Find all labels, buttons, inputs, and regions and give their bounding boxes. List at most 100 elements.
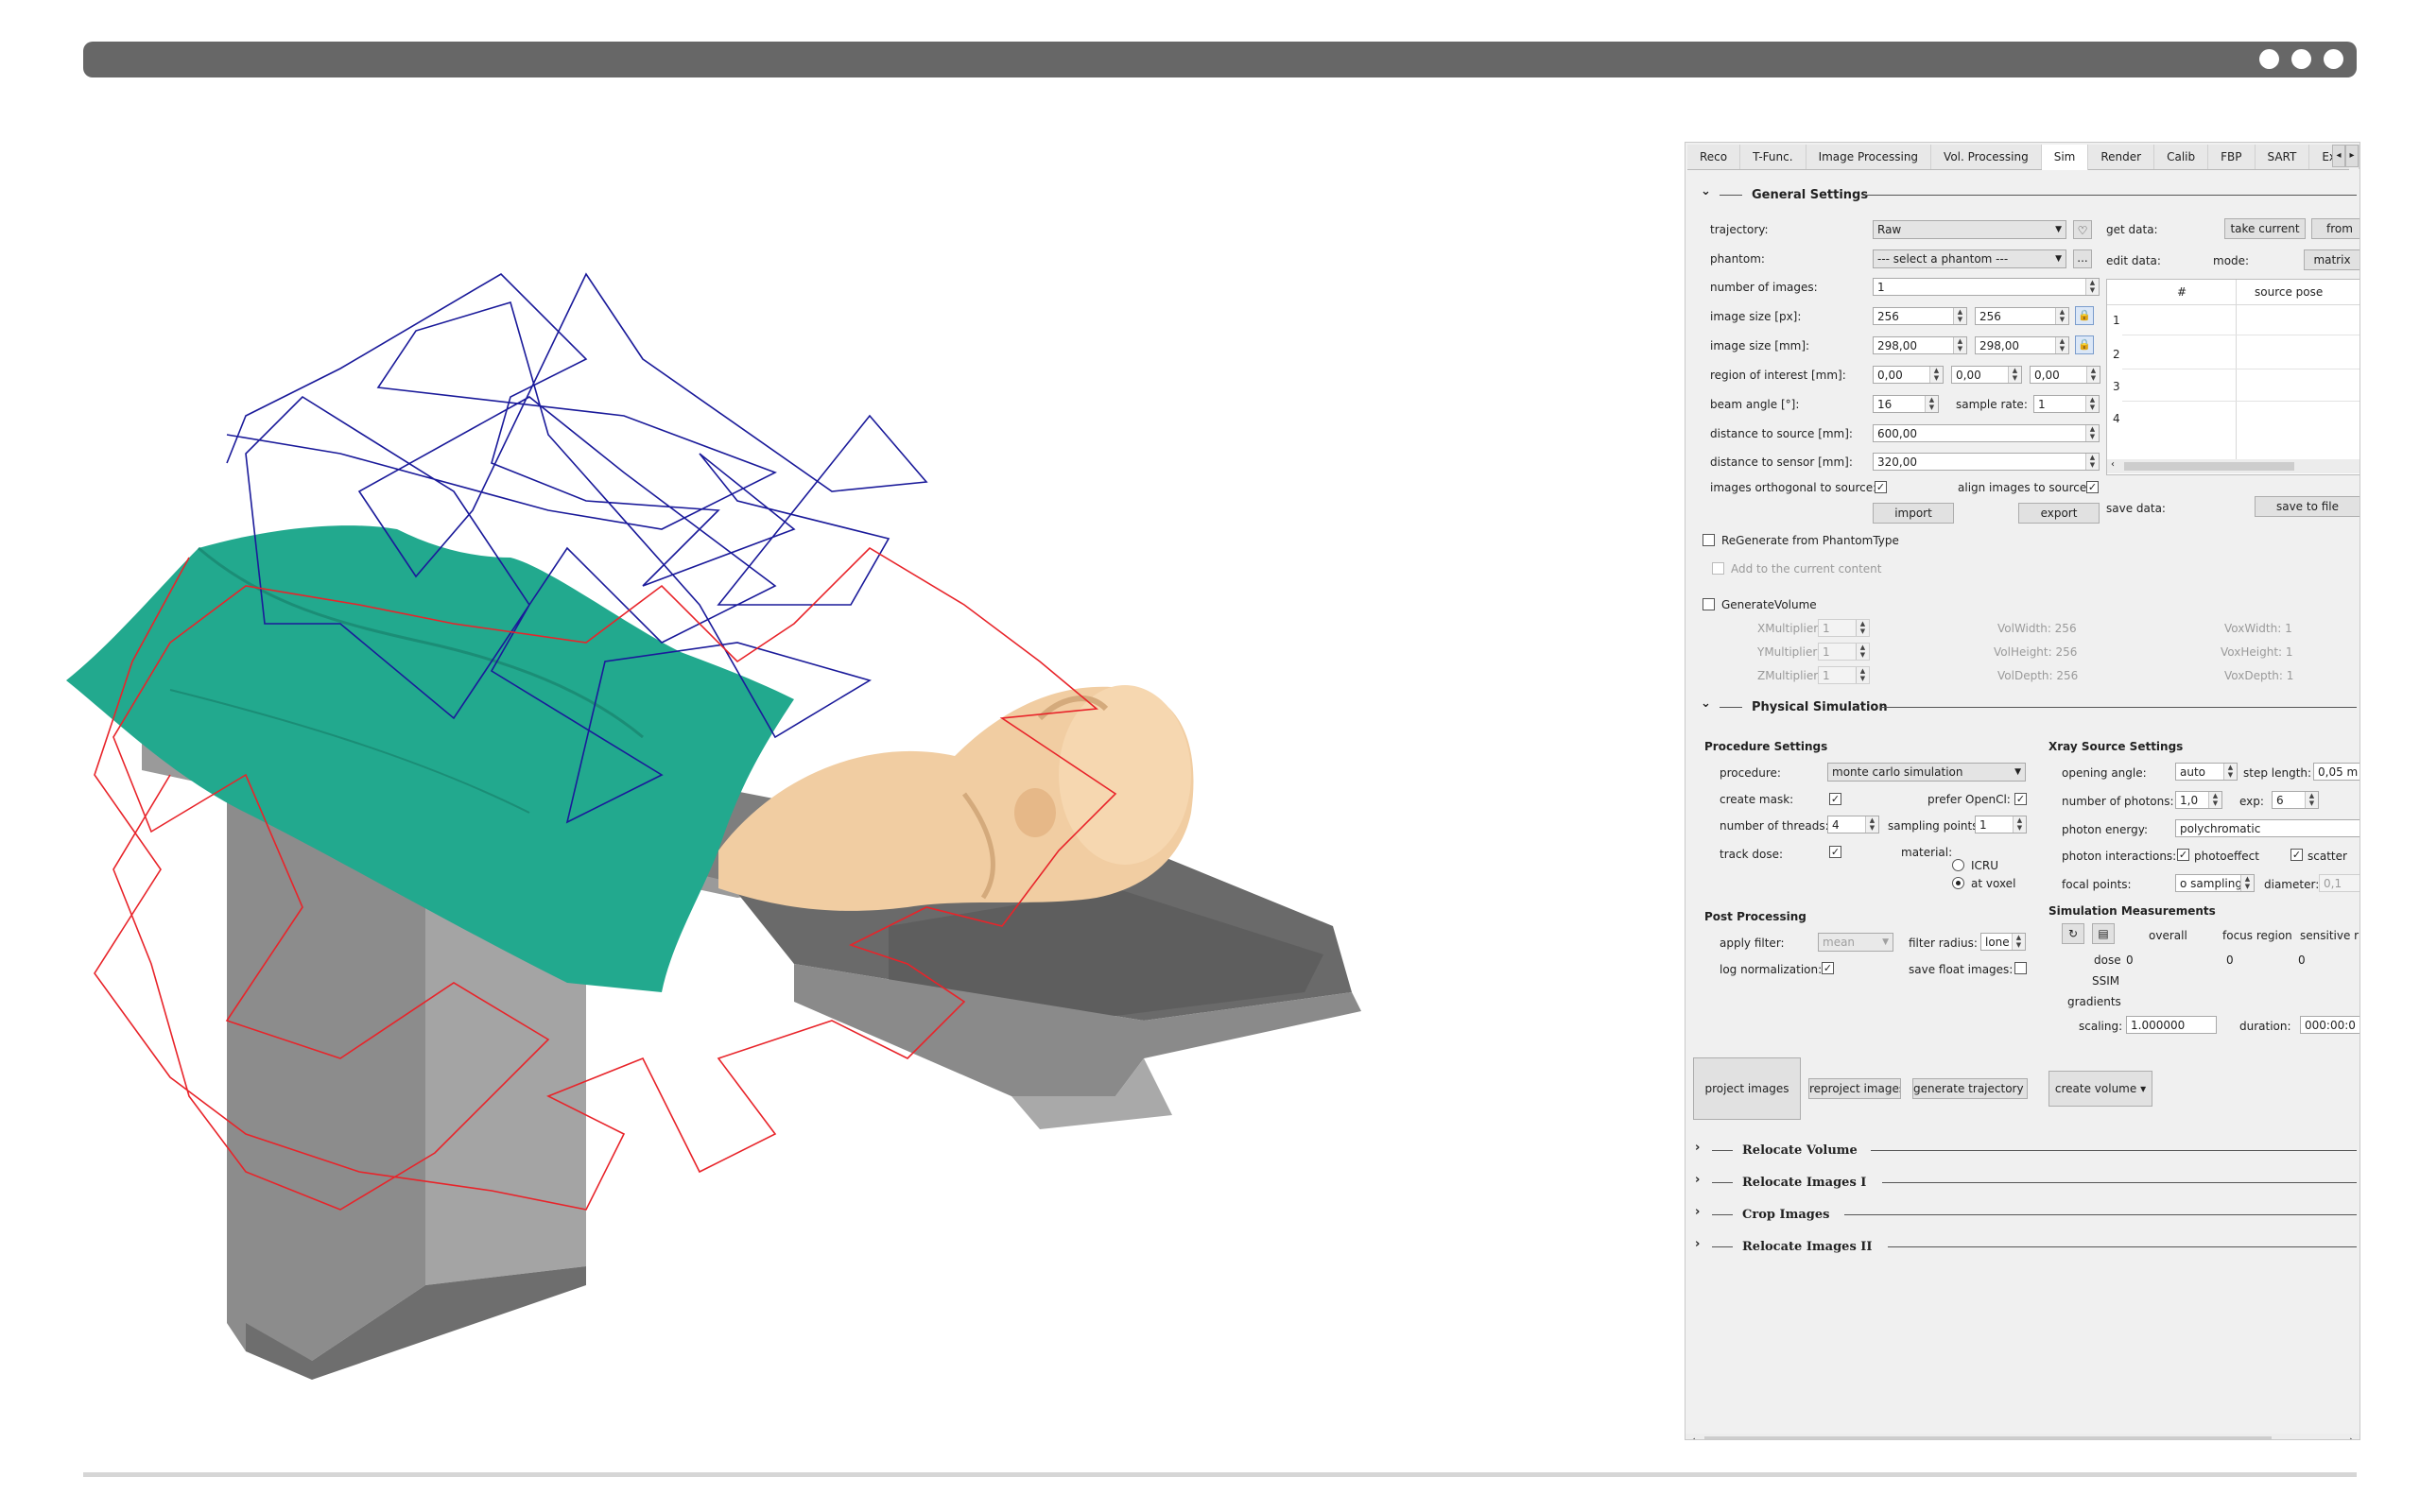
tab-reco[interactable]: Reco	[1687, 145, 1741, 169]
take-current-button[interactable]: take current	[2224, 218, 2306, 239]
create-mask-checkbox[interactable]: ✓	[1829, 793, 1841, 805]
phantom-browse-button[interactable]: ...	[2073, 249, 2092, 268]
tab-sart[interactable]: SART	[2256, 145, 2310, 169]
spinner-icon[interactable]: ▲ ▼	[2008, 367, 2021, 383]
spinner-icon[interactable]: ▲ ▼	[1856, 644, 1869, 660]
orthogonal-checkbox[interactable]: ✓	[1875, 481, 1887, 493]
track-dose-checkbox[interactable]: ✓	[1829, 846, 1841, 858]
opening-angle-input[interactable]: auto ▲ ▼	[2175, 763, 2238, 781]
sampling-points-input[interactable]: 1 ▲ ▼	[1975, 816, 2027, 833]
procedure-select[interactable]: monte carlo simulation ▼	[1827, 763, 2026, 782]
exp-input[interactable]: 6 ▲ ▼	[2272, 791, 2319, 809]
section-relocate-images-2[interactable]: Relocate Images II	[1742, 1240, 1872, 1254]
section-relocate-images-1[interactable]: Relocate Images I	[1742, 1176, 1866, 1190]
lock-icon[interactable]: 🔒	[2075, 306, 2094, 325]
section-relocate-volume[interactable]: Relocate Volume	[1742, 1143, 1858, 1158]
roi-y-input[interactable]: 0,00 ▲ ▼	[1951, 366, 2022, 384]
zmultiplier-input[interactable]: 1 ▲ ▼	[1818, 666, 1870, 684]
spinner-icon[interactable]: ▲ ▼	[2055, 337, 2068, 353]
tab-render[interactable]: Render	[2088, 145, 2155, 169]
chevron-right-icon[interactable]: ›	[1695, 1173, 1700, 1187]
filter-radius-input[interactable]: lone ▲ ▼	[1980, 933, 2026, 951]
photon-energy-input[interactable]: polychromatic	[2175, 819, 2360, 837]
icru-radio[interactable]	[1952, 859, 1964, 871]
project-images-button[interactable]: project images	[1693, 1057, 1801, 1120]
menu-dot-icon[interactable]	[2259, 49, 2279, 69]
save-float-checkbox[interactable]	[2014, 962, 2027, 974]
menu-dot-icon[interactable]	[2324, 49, 2343, 69]
spinner-icon[interactable]: ▲ ▼	[2055, 308, 2068, 324]
align-checkbox[interactable]: ✓	[2086, 481, 2099, 493]
regenerate-checkbox[interactable]	[1703, 534, 1715, 546]
add-content-checkbox[interactable]	[1712, 562, 1724, 575]
spinner-icon[interactable]: ▲ ▼	[2086, 367, 2100, 383]
scroll-right-icon[interactable]: ›	[2349, 1434, 2354, 1439]
spinner-icon[interactable]: ▲ ▼	[2208, 792, 2221, 808]
log-normalization-checkbox[interactable]: ✓	[1822, 962, 1834, 974]
tab-scroll-right-icon[interactable]: ▸	[2345, 145, 2359, 167]
tab-sim[interactable]: Sim	[2041, 145, 2089, 170]
generate-volume-checkbox[interactable]	[1703, 598, 1715, 610]
spinner-icon[interactable]: ▲ ▼	[2013, 816, 2026, 833]
threads-input[interactable]: 4 ▲ ▼	[1827, 816, 1879, 833]
spinner-icon[interactable]: ▲ ▼	[2085, 425, 2099, 441]
export-button[interactable]: export	[2018, 503, 2100, 524]
trajectory-select[interactable]: Raw ▼	[1873, 220, 2066, 239]
import-button[interactable]: import	[1873, 503, 1954, 524]
apply-filter-select[interactable]: mean ▼	[1818, 933, 1893, 952]
menu-dot-icon[interactable]	[2291, 49, 2311, 69]
table-scrollbar[interactable]: ‹	[2107, 459, 2360, 473]
spinner-icon[interactable]: ▲ ▼	[2240, 875, 2254, 891]
favorite-heart-icon[interactable]: ♡	[2073, 220, 2092, 239]
at-voxel-radio[interactable]	[1952, 877, 1964, 889]
distance-source-input[interactable]: 600,00 ▲ ▼	[1873, 424, 2100, 442]
prefer-opencl-checkbox[interactable]: ✓	[2014, 793, 2027, 805]
scaling-input[interactable]: 1.000000	[2126, 1016, 2217, 1034]
panel-horizontal-scrollbar[interactable]: ‹ ›	[1685, 1434, 2360, 1439]
generate-trajectory-button[interactable]: generate trajectory ▾	[1912, 1078, 2028, 1099]
spinner-icon[interactable]: ▲ ▼	[2012, 934, 2025, 950]
step-length-input[interactable]: 0,05 m	[2313, 763, 2360, 781]
chevron-right-icon[interactable]: ›	[1695, 1141, 1700, 1155]
spinner-icon[interactable]: ▲ ▼	[1929, 367, 1943, 383]
tab-image-processing[interactable]: Image Processing	[1806, 145, 1932, 169]
reproject-images-button[interactable]: reproject images	[1808, 1078, 1901, 1099]
spinner-icon[interactable]: ▲ ▼	[1953, 337, 1966, 353]
spinner-icon[interactable]: ▲ ▼	[1925, 396, 1938, 412]
spinner-icon[interactable]: ▲ ▼	[1856, 667, 1869, 683]
chevron-down-icon[interactable]: ⌄	[1701, 184, 1711, 198]
window-menu[interactable]	[2259, 49, 2343, 69]
from-button[interactable]: from	[2311, 218, 2360, 239]
sample-rate-input[interactable]: 1 ▲ ▼	[2033, 395, 2100, 413]
roi-x-input[interactable]: 0,00 ▲ ▼	[1873, 366, 1944, 384]
tab-fbp[interactable]: FBP	[2208, 145, 2256, 169]
section-general-settings[interactable]: General Settings	[1752, 188, 1868, 202]
diameter-input[interactable]: 0,1	[2319, 874, 2360, 892]
image-size-px-height-input[interactable]: 256 ▲ ▼	[1975, 307, 2069, 325]
scroll-left-icon[interactable]: ‹	[1691, 1434, 1696, 1439]
spinner-icon[interactable]: ▲ ▼	[2305, 792, 2318, 808]
source-pose-table[interactable]: # source pose 1 2 3 4 ‹	[2106, 279, 2360, 475]
section-crop-images[interactable]: Crop Images	[1742, 1208, 1829, 1222]
phantom-select[interactable]: --- select a phantom --- ▼	[1873, 249, 2066, 268]
xmultiplier-input[interactable]: 1 ▲ ▼	[1818, 619, 1870, 637]
lock-icon[interactable]: 🔒	[2075, 335, 2094, 354]
refresh-icon[interactable]: ↻	[2062, 923, 2084, 944]
image-size-mm-width-input[interactable]: 298,00 ▲ ▼	[1873, 336, 1967, 354]
beam-angle-input[interactable]: 16 ▲ ▼	[1873, 395, 1939, 413]
chevron-down-icon[interactable]: ⌄	[1701, 696, 1711, 711]
clipboard-icon[interactable]: ▤	[2092, 923, 2115, 944]
spinner-icon[interactable]: ▲ ▼	[1856, 620, 1869, 636]
spinner-icon[interactable]: ▲ ▼	[1865, 816, 1878, 833]
spinner-icon[interactable]: ▲ ▼	[2223, 764, 2237, 780]
tab-calib[interactable]: Calib	[2154, 145, 2209, 169]
num-images-input[interactable]: 1 ▲ ▼	[1873, 278, 2100, 296]
image-size-mm-height-input[interactable]: 298,00 ▲ ▼	[1975, 336, 2069, 354]
create-volume-button[interactable]: create volume ▾	[2048, 1071, 2152, 1107]
table-row[interactable]: 2	[2113, 348, 2120, 361]
duration-input[interactable]: 000:00:0	[2300, 1016, 2360, 1034]
focal-points-input[interactable]: o sampling ▲ ▼	[2175, 874, 2255, 892]
spinner-icon[interactable]: ▲ ▼	[2085, 279, 2099, 295]
table-row[interactable]: 4	[2113, 412, 2120, 425]
tab-vol-processing[interactable]: Vol. Processing	[1931, 145, 2042, 169]
